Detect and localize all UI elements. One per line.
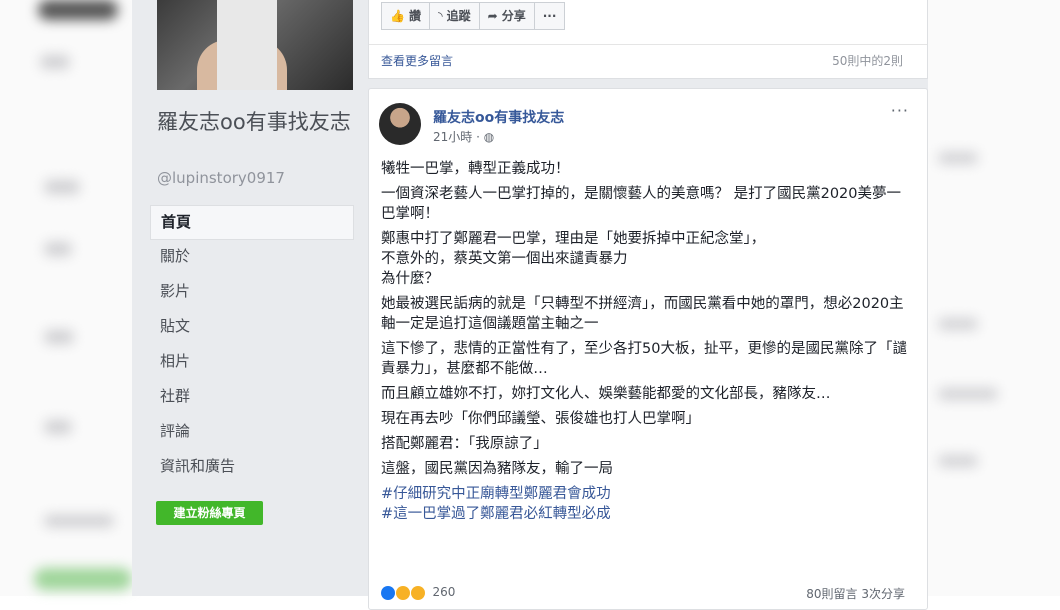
page-title[interactable]: 羅友志oo有事找友志 [157,108,357,137]
nav-item-community[interactable]: 社群 [150,380,354,415]
post-author[interactable]: 羅友志oo有事找友志 [433,107,564,127]
reactions-summary[interactable]: 260 [381,585,455,600]
follow-icon: ◝ [437,9,443,23]
nav-item-home[interactable]: 首頁 [150,205,354,240]
more-actions-button[interactable]: ··· [533,2,566,30]
view-more-comments-link[interactable]: 查看更多留言 [381,52,453,69]
hashtag-link[interactable]: #仔細研究中正廟轉型鄭麗君會成功 [381,484,911,504]
post-card: 羅友志oo有事找友志 21小時 · ◍ ··· 犧牲一巴掌，轉型正義成功！ 一個… [368,88,928,610]
post-paragraph: 這下慘了，悲情的正當性有了，至少各打50大板，扯平，更慘的是國民黨除了「譴責暴力… [381,341,907,377]
post-paragraph: 而且顧立雄妳不打，妳打文化人、娛樂藝能都愛的文化部長，豬隊友… [381,386,831,402]
nav-item-about[interactable]: 關於 [150,240,354,275]
profile-photo[interactable] [157,0,353,90]
post-body: 犧牲一巴掌，轉型正義成功！ 一個資深老藝人一巴掌打掉的，是關懷藝人的美意嗎？ 是… [381,159,911,524]
blurred-left-region [0,0,132,596]
share-button[interactable]: ➦ 分享 [478,2,535,30]
post-paragraph: 鄭惠中打了鄭麗君一巴掌，理由是「她要拆掉中正紀念堂」， 不意外的，蔡英文第一個出… [381,231,766,287]
post-timestamp[interactable]: 21小時 · [433,130,484,144]
like-button[interactable]: 👍 讚 [381,2,430,30]
post-paragraph: 一個資深老藝人一巴掌打掉的，是關懷藝人的美意嗎？ 是打了國民黨2020美夢一巴掌… [381,186,902,222]
blurred-right-region [928,0,1060,596]
haha-reaction-icon [395,585,410,600]
post-paragraph: 現在再去吵「你們邱議瑩、張俊雄也打人巴掌啊」 [381,411,700,427]
like-icon: 👍 [390,9,405,23]
follow-button[interactable]: ◝ 追蹤 [428,2,480,30]
post-paragraph: 搭配鄭麗君：「我原諒了」 [381,436,548,452]
reactions-count: 260 [432,585,456,599]
post-paragraph: 她最被選民詬病的就是「只轉型不拼經濟」，而國民黨看中她的罩門，想必2020主軸一… [381,296,904,332]
post-paragraph: 犧牲一巴掌，轉型正義成功！ [381,161,570,177]
post-options-icon[interactable]: ··· [891,101,909,120]
nav-item-reviews[interactable]: 評論 [150,415,354,450]
hashtag-link[interactable]: #這一巴掌過了鄭麗君必紅轉型必成 [381,504,911,524]
globe-icon: ◍ [483,130,495,144]
facebook-page: 羅友志oo有事找友志 @lupinstory0917 首頁 關於 影片 貼文 相… [132,0,928,610]
page-handle[interactable]: @lupinstory0917 [157,169,285,187]
page-nav: 首頁 關於 影片 貼文 相片 社群 評論 資訊和廣告 [150,205,354,485]
page-action-bar: 👍 讚 ◝ 追蹤 ➦ 分享 ··· [381,2,566,30]
nav-item-photos[interactable]: 相片 [150,345,354,380]
create-page-button[interactable]: 建立粉絲專頁 [156,501,263,525]
nav-item-info-ads[interactable]: 資訊和廣告 [150,450,354,485]
comments-shares-count[interactable]: 80則留言 3次分享 [806,585,905,602]
nav-item-videos[interactable]: 影片 [150,275,354,310]
post-paragraph: 這盤，國民黨因為豬隊友，輸了一局 [381,461,613,477]
author-avatar[interactable] [379,103,421,145]
wow-reaction-icon [410,585,425,600]
previous-post-footer: 👍 讚 ◝ 追蹤 ➦ 分享 ··· 查看更多留言 50則中的2則 [368,0,928,79]
divider [369,44,927,45]
share-icon: ➦ [487,9,498,23]
nav-item-posts[interactable]: 貼文 [150,310,354,345]
comment-count: 50則中的2則 [832,54,903,68]
post-meta: 21小時 · ◍ [433,128,494,145]
like-reaction-icon [381,585,395,600]
more-icon: ··· [542,9,557,23]
